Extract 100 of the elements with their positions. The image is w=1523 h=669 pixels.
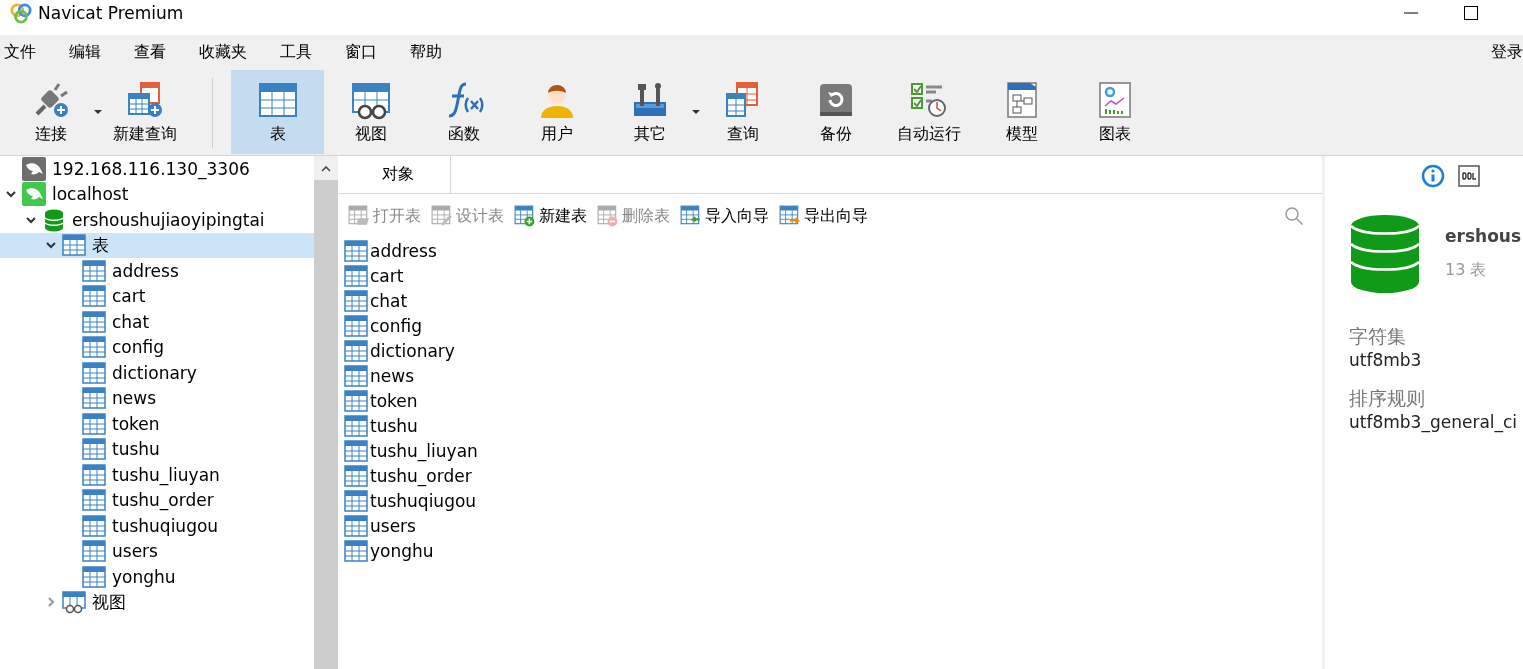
table-icon [344,463,368,488]
tree-item[interactable]: yonghu [0,564,314,590]
menu-item[interactable]: 编辑 [69,42,101,63]
login-link[interactable]: 登录 [1491,42,1523,63]
tree-item[interactable]: localhost [0,181,314,207]
table-icon [62,233,86,258]
table-icon [82,488,106,513]
open-table-icon [348,205,370,227]
table-icon [344,413,368,438]
toolbar-button[interactable]: 自动运行 [882,70,975,154]
tree-item[interactable]: news [0,385,314,411]
window-title: Navicat Premium [38,3,184,23]
menu-item[interactable]: 窗口 [345,42,377,63]
tree-item[interactable]: ershoushujiaoyipingtai [0,207,314,233]
table-name[interactable]: chat [370,290,408,311]
menu-item[interactable]: 工具 [280,42,312,63]
toolbar-button[interactable]: 查询 [696,70,789,154]
tree-item[interactable]: dictionary [0,360,314,386]
table-name[interactable]: news [370,365,414,386]
table-icon [82,335,106,360]
table-name[interactable]: tushu_liuyan [370,440,478,461]
table-icon [82,411,106,436]
tree-item[interactable]: 192.168.116.130_3306 [0,156,314,182]
tree-item[interactable]: tushu_liuyan [0,462,314,488]
table-icon [82,462,106,487]
toolbar-button[interactable]: 视图 [324,70,417,154]
tree-item[interactable]: users [0,538,314,564]
table-icon [344,288,368,313]
table-count: 13 表 [1445,260,1488,281]
toolbar-button[interactable]: 其它 [603,70,696,154]
app-logo-icon [10,2,32,24]
table-icon [82,386,106,411]
tree-item[interactable]: cart [0,283,314,309]
property-value: utf8mb3 [1349,350,1423,370]
table-name[interactable]: yonghu [370,540,434,561]
caret-icon[interactable] [692,110,700,114]
table-icon [344,488,368,513]
database-icon [42,207,66,232]
table-icon [82,360,106,385]
maximize-icon[interactable] [1463,5,1479,21]
toolbar-button[interactable]: 连接 [4,70,98,154]
table-name[interactable]: tushu_order [370,465,472,486]
toolbar-button[interactable]: 图表 [1068,70,1161,154]
tree-item[interactable]: tushu_order [0,487,314,513]
tree-item[interactable]: token [0,411,314,437]
tree-item[interactable]: tushu [0,436,314,462]
toolbar-button[interactable]: 导出向导 [779,205,868,227]
table-name[interactable]: tushuqiugou [370,490,477,511]
database-name: ershous [1445,226,1522,246]
toolbar-button[interactable]: 函数 [417,70,510,154]
scroll-up-icon[interactable] [321,166,331,172]
table-icon [344,338,368,363]
table-name[interactable]: config [370,315,423,336]
menu-item[interactable]: 帮助 [410,42,442,63]
toolbar-button[interactable]: 用户 [510,70,603,154]
table-icon [82,539,106,564]
toolbar-button[interactable]: 备份 [789,70,882,154]
table-icon [344,263,368,288]
table-icon [82,437,106,462]
table-icon [82,564,106,589]
table-name[interactable]: cart [370,265,404,286]
ddl-icon[interactable] [1457,164,1481,188]
tree-item[interactable]: chat [0,309,314,335]
info-icon[interactable] [1421,164,1445,188]
toolbar-button[interactable]: 表 [231,70,324,154]
property-label: 排序规则 [1349,386,1426,411]
table-name[interactable]: tushu [370,415,418,436]
table-icon [344,238,368,263]
table-name[interactable]: address [370,240,437,261]
table-name[interactable]: dictionary [370,340,455,361]
table-name[interactable]: token [370,390,418,411]
property-label: 字符集 [1349,324,1407,349]
tree-item[interactable]: 表 [0,232,314,258]
table-icon [82,284,106,309]
scrollbar-thumb[interactable] [314,180,338,669]
tree-item[interactable]: address [0,258,314,284]
tree-item[interactable]: config [0,334,314,360]
menu-item[interactable]: 收藏夹 [199,42,247,63]
caret-icon[interactable] [94,110,102,114]
tree-item[interactable]: 视图 [0,589,314,615]
table-icon [344,438,368,463]
view-icon [62,590,86,615]
menu-item[interactable]: 文件 [4,42,36,63]
toolbar-button[interactable]: 新建查询 [98,70,191,154]
toolbar-button[interactable]: 模型 [975,70,1068,154]
table-icon [82,309,106,334]
table-icon [344,388,368,413]
table-icon [344,513,368,538]
design-table-icon [431,205,453,227]
import-icon [680,205,702,227]
table-icon [344,313,368,338]
toolbar-button[interactable]: 导入向导 [680,205,769,227]
chevron-right-icon[interactable] [45,596,57,609]
menu-item[interactable]: 查看 [134,42,166,63]
search-icon[interactable] [1284,206,1304,226]
delete-table-icon [597,205,619,227]
toolbar-button[interactable]: 新建表 [514,205,587,227]
table-icon [82,258,106,283]
table-name[interactable]: users [370,515,416,536]
tree-item[interactable]: tushuqiugou [0,513,314,539]
